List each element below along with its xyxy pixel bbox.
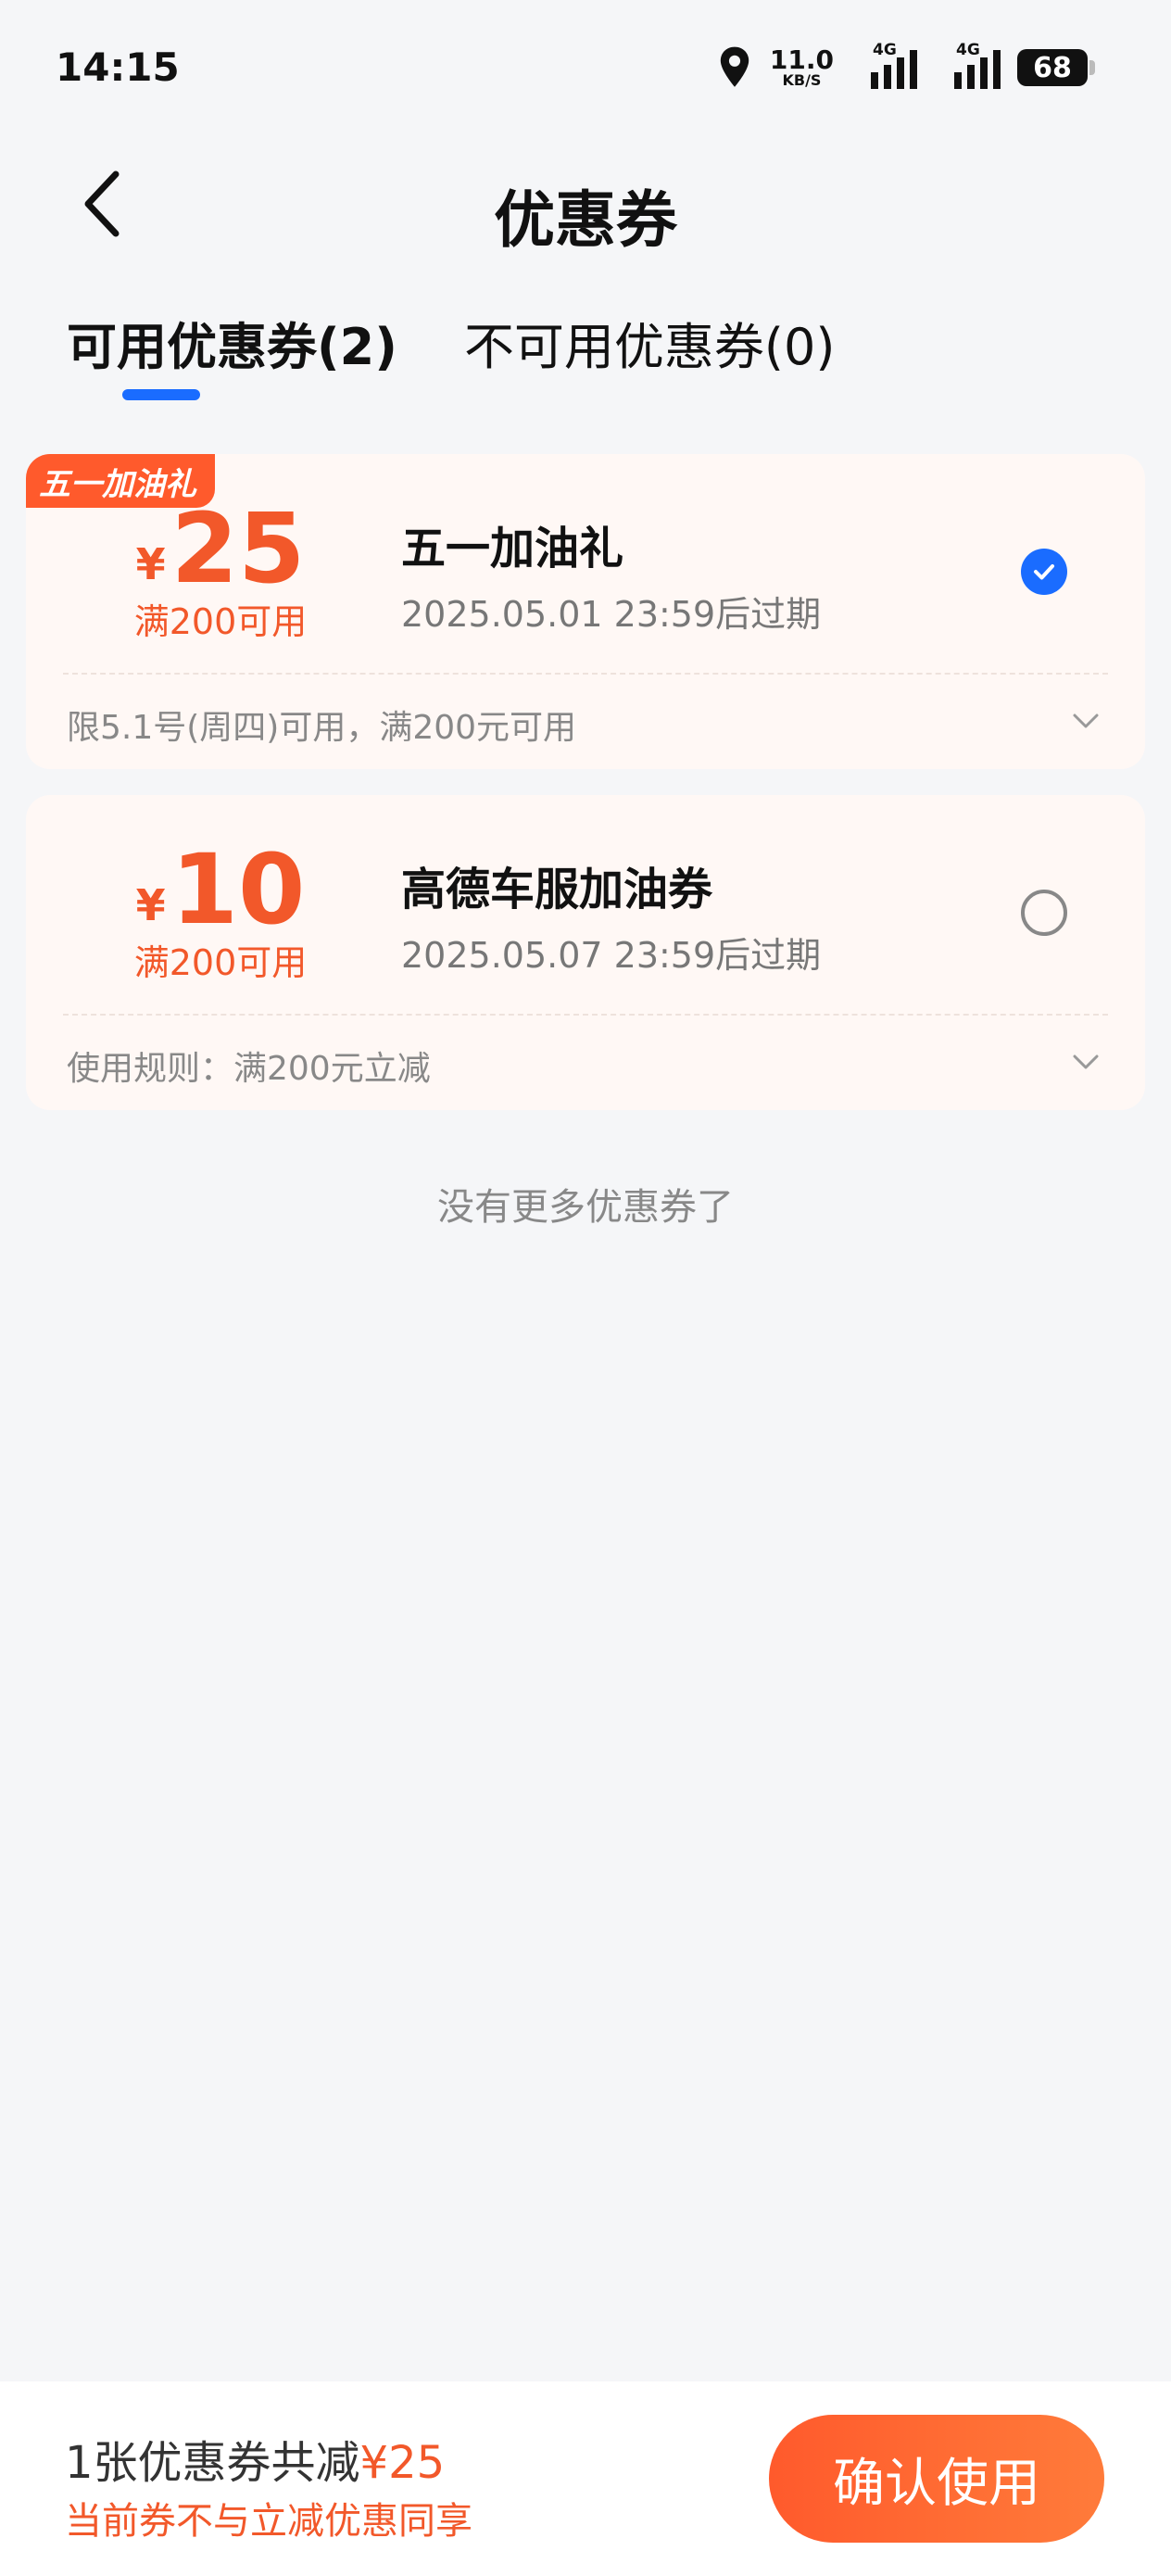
signal-2-label: 4G [956,41,980,59]
coupon-select-radio-checked[interactable] [1021,549,1067,595]
coupon-card[interactable]: 五一加油礼 ¥ 25 满200可用 五一加油礼 2025.05.01 23:59… [26,454,1145,769]
coupon-condition: 满200可用 [133,601,308,642]
currency-symbol: ¥ [135,880,166,930]
bottom-bar: 1张优惠券共减¥25 当前券不与立减优惠同享 确认使用 [0,2381,1171,2576]
tab-active-indicator [122,389,200,400]
currency-symbol: ¥ [135,539,166,589]
signal-1-icon: 4G [850,41,917,89]
discount-summary: 1张优惠券共减¥25 [65,2426,445,2491]
coupon-value: 10 [170,833,306,946]
divider [63,1014,1108,1016]
battery-icon: 68 [1017,49,1095,86]
coupon-expiry: 2025.05.01 23:59后过期 [401,594,822,635]
signal-2-icon: 4G [934,41,1001,89]
status-bar: 14:15 11.0 KB/S 4G 4G 68 [0,0,1171,139]
tab-available-coupons[interactable]: 可用优惠券(2) [67,306,397,379]
chevron-down-icon[interactable] [1067,702,1104,739]
confirm-use-button[interactable]: 确认使用 [769,2415,1104,2543]
divider [63,673,1108,675]
battery-level: 68 [1033,51,1072,84]
location-icon [720,46,749,87]
checkmark-icon [1034,564,1054,580]
discount-note: 当前券不与立减优惠同享 [65,2500,472,2543]
network-speed-value: 11.0 [769,44,834,75]
coupon-name: 五一加油礼 [401,523,624,575]
coupon-value: 25 [170,492,306,605]
network-speed: 11.0 KB/S [770,47,834,88]
coupon-card[interactable]: ¥ 10 满200可用 高德车服加油券 2025.05.07 23:59后过期 … [26,795,1145,1110]
tab-bar: 可用优惠券(2) 不可用优惠券(0) [67,306,835,379]
coupon-condition: 满200可用 [133,942,308,983]
discount-summary-prefix: 1张优惠券共减 [65,2437,360,2489]
status-time: 14:15 [56,44,180,90]
coupon-name: 高德车服加油券 [401,864,713,915]
tab-unavailable-coupons[interactable]: 不可用优惠券(0) [464,306,836,379]
coupon-select-radio-unchecked[interactable] [1021,890,1067,936]
discount-summary-amount: ¥25 [359,2437,446,2489]
coupon-rule: 使用规则：满200元立减 [67,1050,431,1088]
no-more-coupons-text: 没有更多优惠券了 [437,1186,734,1229]
network-speed-unit: KB/S [782,71,822,89]
chevron-down-icon[interactable] [1067,1043,1104,1080]
signal-1-label: 4G [873,41,897,59]
header: 优惠券 [0,148,1171,259]
coupon-expiry: 2025.05.07 23:59后过期 [401,935,822,976]
coupon-rule: 限5.1号(周四)可用，满200元可用 [67,709,577,747]
page-title: 优惠券 [494,184,677,256]
status-icons: 11.0 KB/S 4G 4G 68 [716,41,1095,91]
